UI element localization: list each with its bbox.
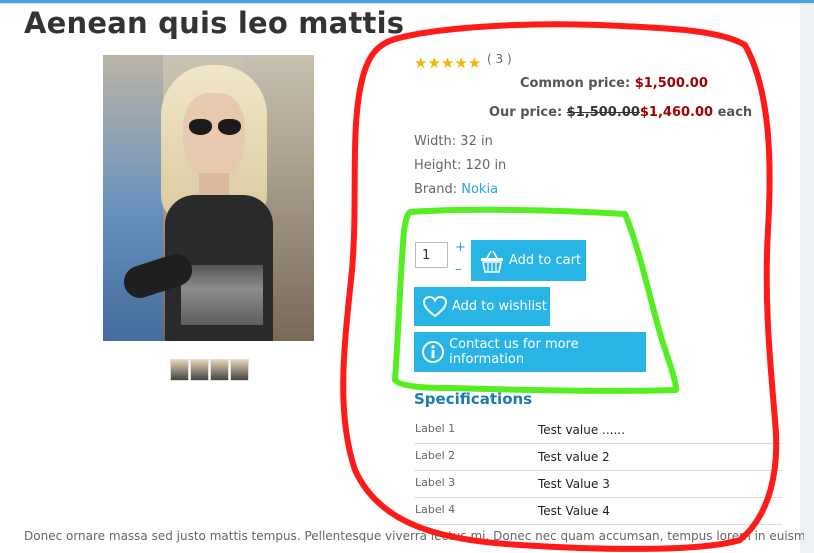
add-to-cart-button[interactable]: Add to cart bbox=[471, 240, 586, 281]
spec-label: Label 2 bbox=[415, 449, 456, 462]
thumbnail-2[interactable] bbox=[190, 359, 209, 381]
our-price-value: $1,460.00 bbox=[639, 105, 714, 120]
info-icon bbox=[417, 340, 449, 364]
top-accent-line bbox=[0, 3, 814, 4]
attribute-value: 32 in bbox=[460, 134, 493, 149]
star-icon: ★ bbox=[427, 54, 441, 72]
quantity-decrease-button[interactable]: – bbox=[455, 262, 462, 277]
add-to-cart-label: Add to cart bbox=[509, 253, 582, 268]
our-price: Our price: $1,500.00$1,460.00 each bbox=[489, 105, 752, 120]
spec-label: Label 3 bbox=[415, 476, 456, 489]
common-price-label: Common price: bbox=[520, 76, 631, 91]
attribute-value: 120 in bbox=[465, 158, 507, 173]
spec-label: Label 1 bbox=[415, 422, 456, 435]
our-price-label: Our price: bbox=[489, 105, 563, 120]
spec-row: Label 1 Test value ...... bbox=[414, 417, 782, 444]
thumbnail-1[interactable] bbox=[170, 359, 189, 381]
star-icon: ★ bbox=[440, 54, 455, 72]
rating-stars: ★★★★★ bbox=[414, 54, 481, 72]
spec-value: Test value ...... bbox=[538, 423, 625, 437]
common-price-value: $1,500.00 bbox=[634, 76, 708, 91]
rating-count: ( 3 ) bbox=[487, 52, 512, 66]
contact-us-label: Contact us for more information bbox=[449, 337, 579, 367]
attribute-height: Height: 120 in bbox=[414, 158, 506, 173]
spec-row: Label 4 Test Value 4 bbox=[414, 498, 782, 525]
star-icon: ★ bbox=[454, 54, 468, 72]
attribute-label: Height: bbox=[414, 158, 462, 173]
heart-icon bbox=[418, 295, 452, 319]
attribute-width: Width: 32 in bbox=[414, 134, 493, 149]
photo-shirt-print bbox=[181, 265, 263, 325]
spec-row: Label 2 Test value 2 bbox=[414, 444, 782, 471]
spec-value: Test Value 3 bbox=[538, 477, 610, 491]
spec-value: Test value 2 bbox=[538, 450, 610, 464]
attribute-brand: Brand: Nokia bbox=[414, 182, 498, 197]
thumbnail-3[interactable] bbox=[210, 359, 229, 381]
photo-sunglasses bbox=[189, 119, 241, 137]
spec-row: Label 3 Test Value 3 bbox=[414, 471, 782, 498]
product-main-image[interactable] bbox=[103, 55, 314, 341]
page-right-gutter bbox=[800, 4, 814, 553]
product-title: Aenean quis leo mattis bbox=[24, 6, 405, 40]
star-icon: ★ bbox=[467, 54, 482, 72]
thumbnail-4[interactable] bbox=[230, 359, 249, 381]
add-to-wishlist-label: Add to wishlist bbox=[452, 299, 547, 314]
photo-background-left bbox=[103, 55, 163, 341]
attribute-label: Brand: bbox=[414, 182, 458, 197]
common-price: Common price: $1,500.00 bbox=[520, 76, 708, 91]
specifications-heading: Specifications bbox=[414, 390, 533, 408]
brand-link[interactable]: Nokia bbox=[461, 182, 498, 197]
spec-value: Test Value 4 bbox=[538, 504, 610, 518]
basket-icon bbox=[475, 248, 509, 274]
star-icon: ★ bbox=[414, 54, 428, 72]
our-price-old: $1,500.00 bbox=[566, 105, 640, 120]
contact-us-button[interactable]: Contact us for more information bbox=[414, 332, 646, 372]
add-to-wishlist-button[interactable]: Add to wishlist bbox=[414, 287, 550, 326]
attribute-label: Width: bbox=[414, 134, 457, 149]
quantity-increase-button[interactable]: + bbox=[455, 240, 466, 255]
quantity-input[interactable]: 1 bbox=[415, 242, 448, 268]
spec-label: Label 4 bbox=[415, 503, 456, 516]
our-price-suffix: each bbox=[717, 105, 753, 120]
product-description: Donec ornare massa sed justo mattis temp… bbox=[24, 529, 804, 543]
